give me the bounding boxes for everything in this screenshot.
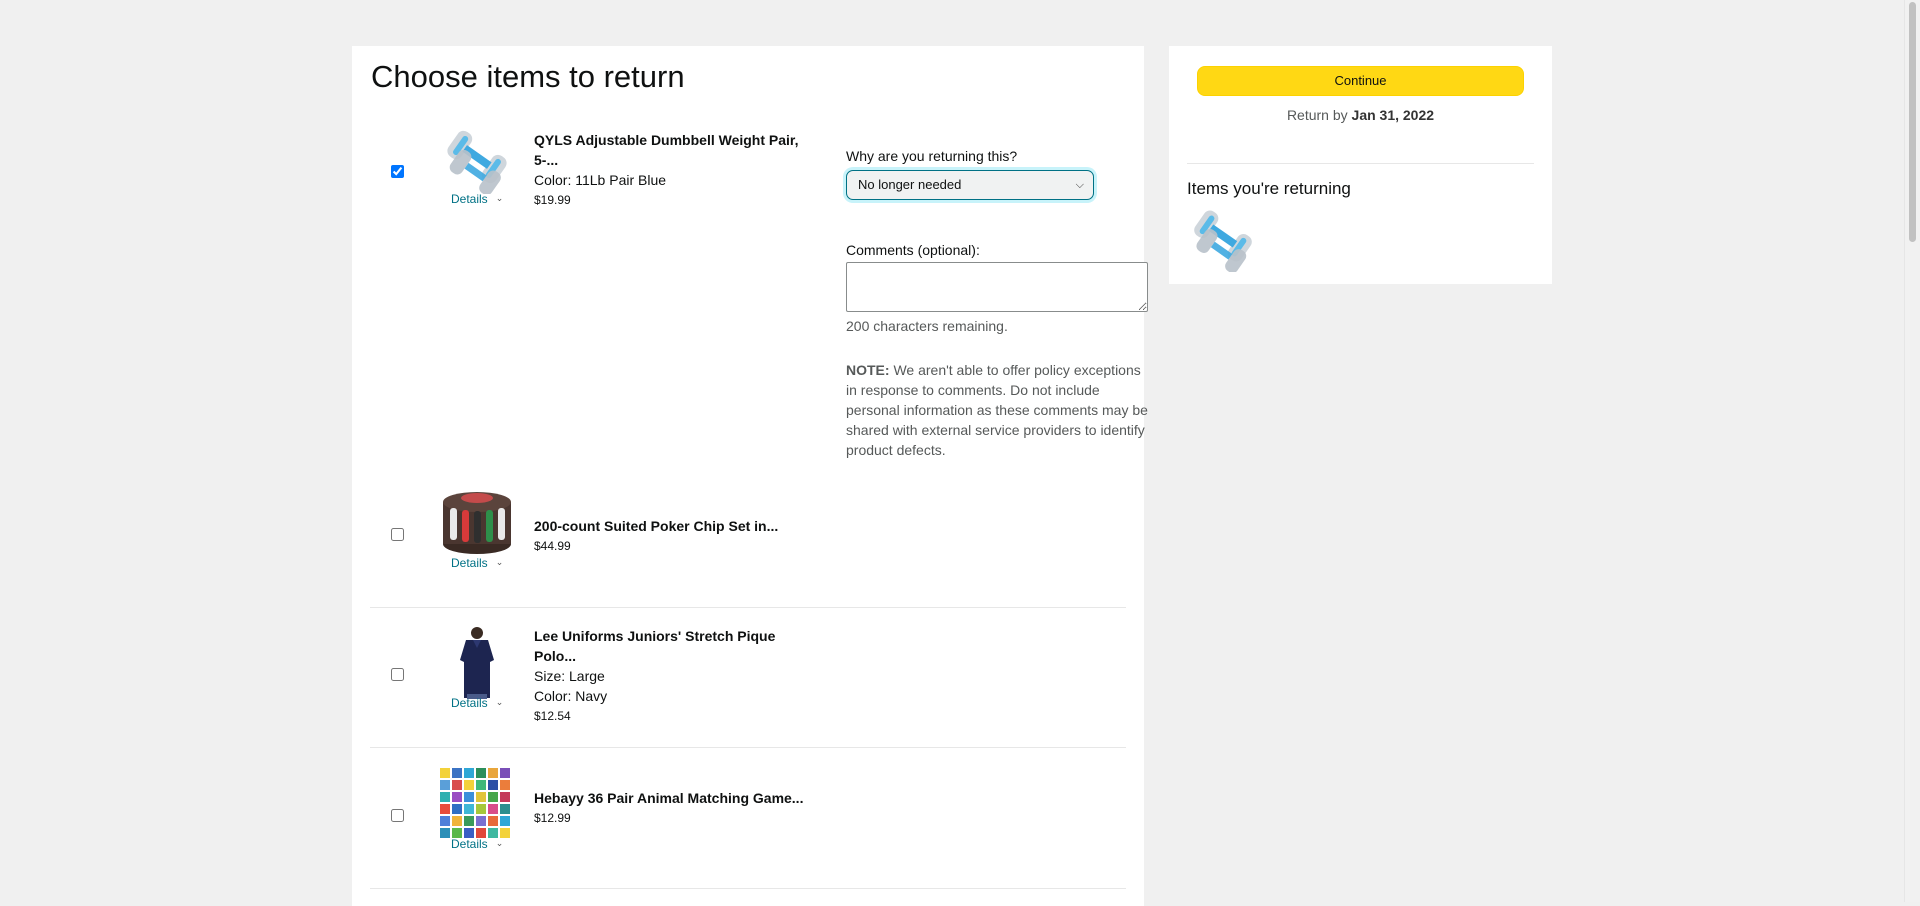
- chevron-down-icon: ⌵: [1075, 179, 1084, 191]
- return-items-panel: Choose items to return Details ⌄ QYLS Ad…: [352, 46, 1148, 906]
- return-item: Details ⌄ 200-count Suited Poker Chip Set…: [370, 484, 1126, 604]
- item-attribute: Color: Navy: [534, 688, 608, 704]
- dumbbell-icon: [1187, 200, 1259, 272]
- reason-selected-value: No longer needed: [858, 177, 962, 192]
- page-title: Choose items to return: [371, 59, 685, 94]
- return-reason-form: Why are you returning this? No longer ne…: [846, 146, 1148, 458]
- details-label: Details: [451, 192, 488, 206]
- return-by-label: Return by: [1286, 107, 1352, 123]
- item-checkbox[interactable]: [391, 165, 404, 178]
- chevron-down-icon: ⌄: [495, 193, 504, 203]
- item-price: $19.99: [534, 193, 571, 207]
- item-name: Lee Uniforms Juniors' Stretch Pique Polo…: [534, 628, 776, 664]
- chevron-down-icon: ⌄: [495, 557, 504, 567]
- return-item: Details ⌄ QYLS Adjustable Dumbbell Weight…: [370, 120, 1148, 500]
- item-checkbox[interactable]: [391, 528, 404, 541]
- details-toggle[interactable]: Details ⌄: [451, 696, 503, 710]
- details-toggle[interactable]: Details ⌄: [451, 192, 503, 206]
- item-attribute: Size: Large: [534, 668, 605, 684]
- summary-divider: [1187, 163, 1534, 164]
- comments-field[interactable]: [846, 262, 1148, 312]
- reason-label: Why are you returning this?: [846, 148, 1018, 164]
- return-item: Details ⌄ Hebayy 36 Pair Animal Matching …: [370, 768, 1126, 888]
- item-name: QYLS Adjustable Dumbbell Weight Pair, 5-…: [534, 132, 799, 168]
- item-divider: [370, 888, 1126, 889]
- details-label: Details: [451, 837, 488, 851]
- vertical-scrollbar[interactable]: [1904, 0, 1920, 902]
- item-checkbox[interactable]: [391, 809, 404, 822]
- characters-remaining: 200 characters remaining.: [846, 318, 1008, 334]
- item-name: Hebayy 36 Pair Animal Matching Game...: [534, 790, 804, 806]
- item-checkbox[interactable]: [391, 668, 404, 681]
- note-text: We aren't able to offer policy exception…: [846, 362, 1148, 458]
- item-divider: [370, 607, 1126, 608]
- comments-label: Comments (optional):: [846, 242, 980, 258]
- continue-button[interactable]: Continue: [1197, 66, 1524, 96]
- return-item: Details ⌄ Lee Uniforms Juniors' Stretch P…: [370, 626, 1126, 746]
- details-toggle[interactable]: Details ⌄: [451, 556, 503, 570]
- item-name: 200-count Suited Poker Chip Set in...: [534, 518, 779, 534]
- note-label: NOTE:: [846, 362, 890, 378]
- reason-select[interactable]: No longer needed ⌵: [846, 170, 1094, 200]
- item-price: $12.99: [534, 811, 571, 825]
- comments-note: NOTE: We aren't able to offer policy exc…: [846, 360, 1148, 460]
- return-by-date: Return by Jan 31, 2022: [1169, 105, 1552, 125]
- item-info: Lee Uniforms Juniors' Stretch Pique Polo…: [534, 626, 804, 726]
- details-label: Details: [451, 696, 488, 710]
- chevron-down-icon: ⌄: [495, 697, 504, 707]
- chevron-down-icon: ⌄: [495, 838, 504, 848]
- details-toggle[interactable]: Details ⌄: [451, 837, 503, 851]
- return-summary-panel: Continue Return by Jan 31, 2022 Items yo…: [1169, 46, 1552, 284]
- item-attribute: Color: 11Lb Pair Blue: [534, 172, 667, 188]
- item-divider: [370, 747, 1126, 748]
- dumbbell-icon: [440, 120, 514, 194]
- item-info: Hebayy 36 Pair Animal Matching Game... $…: [534, 788, 804, 828]
- matching-game-icon: [440, 768, 514, 842]
- item-price: $12.54: [534, 709, 571, 723]
- items-returning-heading: Items you're returning: [1187, 179, 1351, 198]
- poker-chips-icon: [440, 484, 514, 558]
- polo-shirt-icon: [440, 626, 514, 700]
- scrollbar-thumb[interactable]: [1909, 2, 1916, 242]
- details-label: Details: [451, 556, 488, 570]
- item-price: $44.99: [534, 539, 571, 553]
- return-by-value: Jan 31, 2022: [1351, 107, 1435, 123]
- item-info: 200-count Suited Poker Chip Set in... $4…: [534, 516, 804, 556]
- item-info: QYLS Adjustable Dumbbell Weight Pair, 5-…: [534, 130, 804, 210]
